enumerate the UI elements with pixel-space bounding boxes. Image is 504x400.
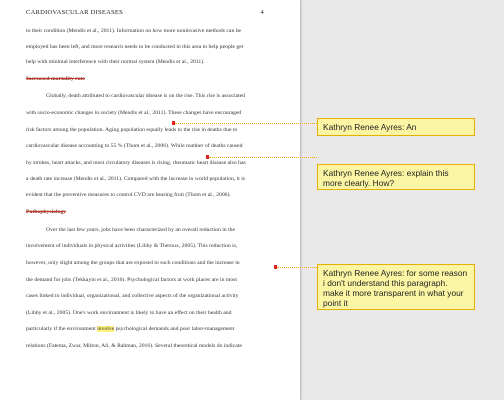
comment-author: Kathryn Renee Ayres: (323, 122, 405, 132)
text-line: by strokes, heart attacks, and most circ… (26, 160, 246, 166)
section-heading-deleted[interactable]: Increased mortality rate (26, 76, 296, 82)
text-line: help with minimal interference with thei… (26, 59, 205, 65)
comment-bubble[interactable]: Kathryn Renee Ayres: An (317, 118, 475, 136)
text-line: employed has been left, and more researc… (26, 44, 244, 50)
comment-connector-line (175, 123, 317, 124)
text-line: however, only slight among the groups th… (26, 260, 240, 266)
text-line: a death rate increase (Mendis et al., 20… (26, 176, 246, 182)
text-line: to their condition (Mendis et al., 2011)… (26, 28, 242, 34)
comment-author: Kathryn Renee Ayres: (323, 268, 405, 278)
text-line: risk factors among the population. Aging… (26, 127, 238, 133)
text-line: with socio-economic changes in society (… (26, 110, 242, 116)
text-line: relations (Fatema, Zwar, Milton, Ali, & … (26, 343, 242, 349)
text-line: cases linked to individual, organization… (26, 293, 239, 299)
text-line: evident that the preventive measures to … (26, 192, 231, 198)
text-line: cardiovascular disease accounting to 55 … (26, 143, 243, 149)
page-number: 4 (260, 9, 264, 16)
text-line: Globally, death attributed to cardiovasc… (46, 93, 246, 99)
running-head: CARDIOVASCULAR DISEASES (26, 9, 123, 16)
text-line: involvement of individuals in physical a… (26, 243, 238, 249)
text-line: (Libby et al., 2005). One's work environ… (26, 310, 232, 316)
text-line: Over the last few years, jobs have been … (46, 227, 236, 233)
text-line: the demand for jobs (Tekkayin et al., 20… (26, 277, 237, 283)
comment-bubble[interactable]: Kathryn Renee Ayres: explain this more c… (317, 164, 475, 190)
comment-connector-line (277, 267, 317, 268)
comment-connector-line (209, 157, 317, 158)
page-header: CARDIOVASCULAR DISEASES 4 (26, 9, 292, 16)
comment-author: Kathryn Renee Ayres: (323, 168, 405, 178)
comment-text: An (406, 122, 417, 132)
document-page: CARDIOVASCULAR DISEASES 4 to their condi… (0, 0, 300, 400)
text-line-with-highlight: particularly if the environment involve … (26, 326, 235, 332)
comment-bubble[interactable]: Kathryn Renee Ayres: for some reason i d… (317, 264, 475, 310)
highlighted-word[interactable]: involve (97, 326, 115, 332)
section-heading-deleted[interactable]: Pathophysiology (26, 209, 296, 215)
